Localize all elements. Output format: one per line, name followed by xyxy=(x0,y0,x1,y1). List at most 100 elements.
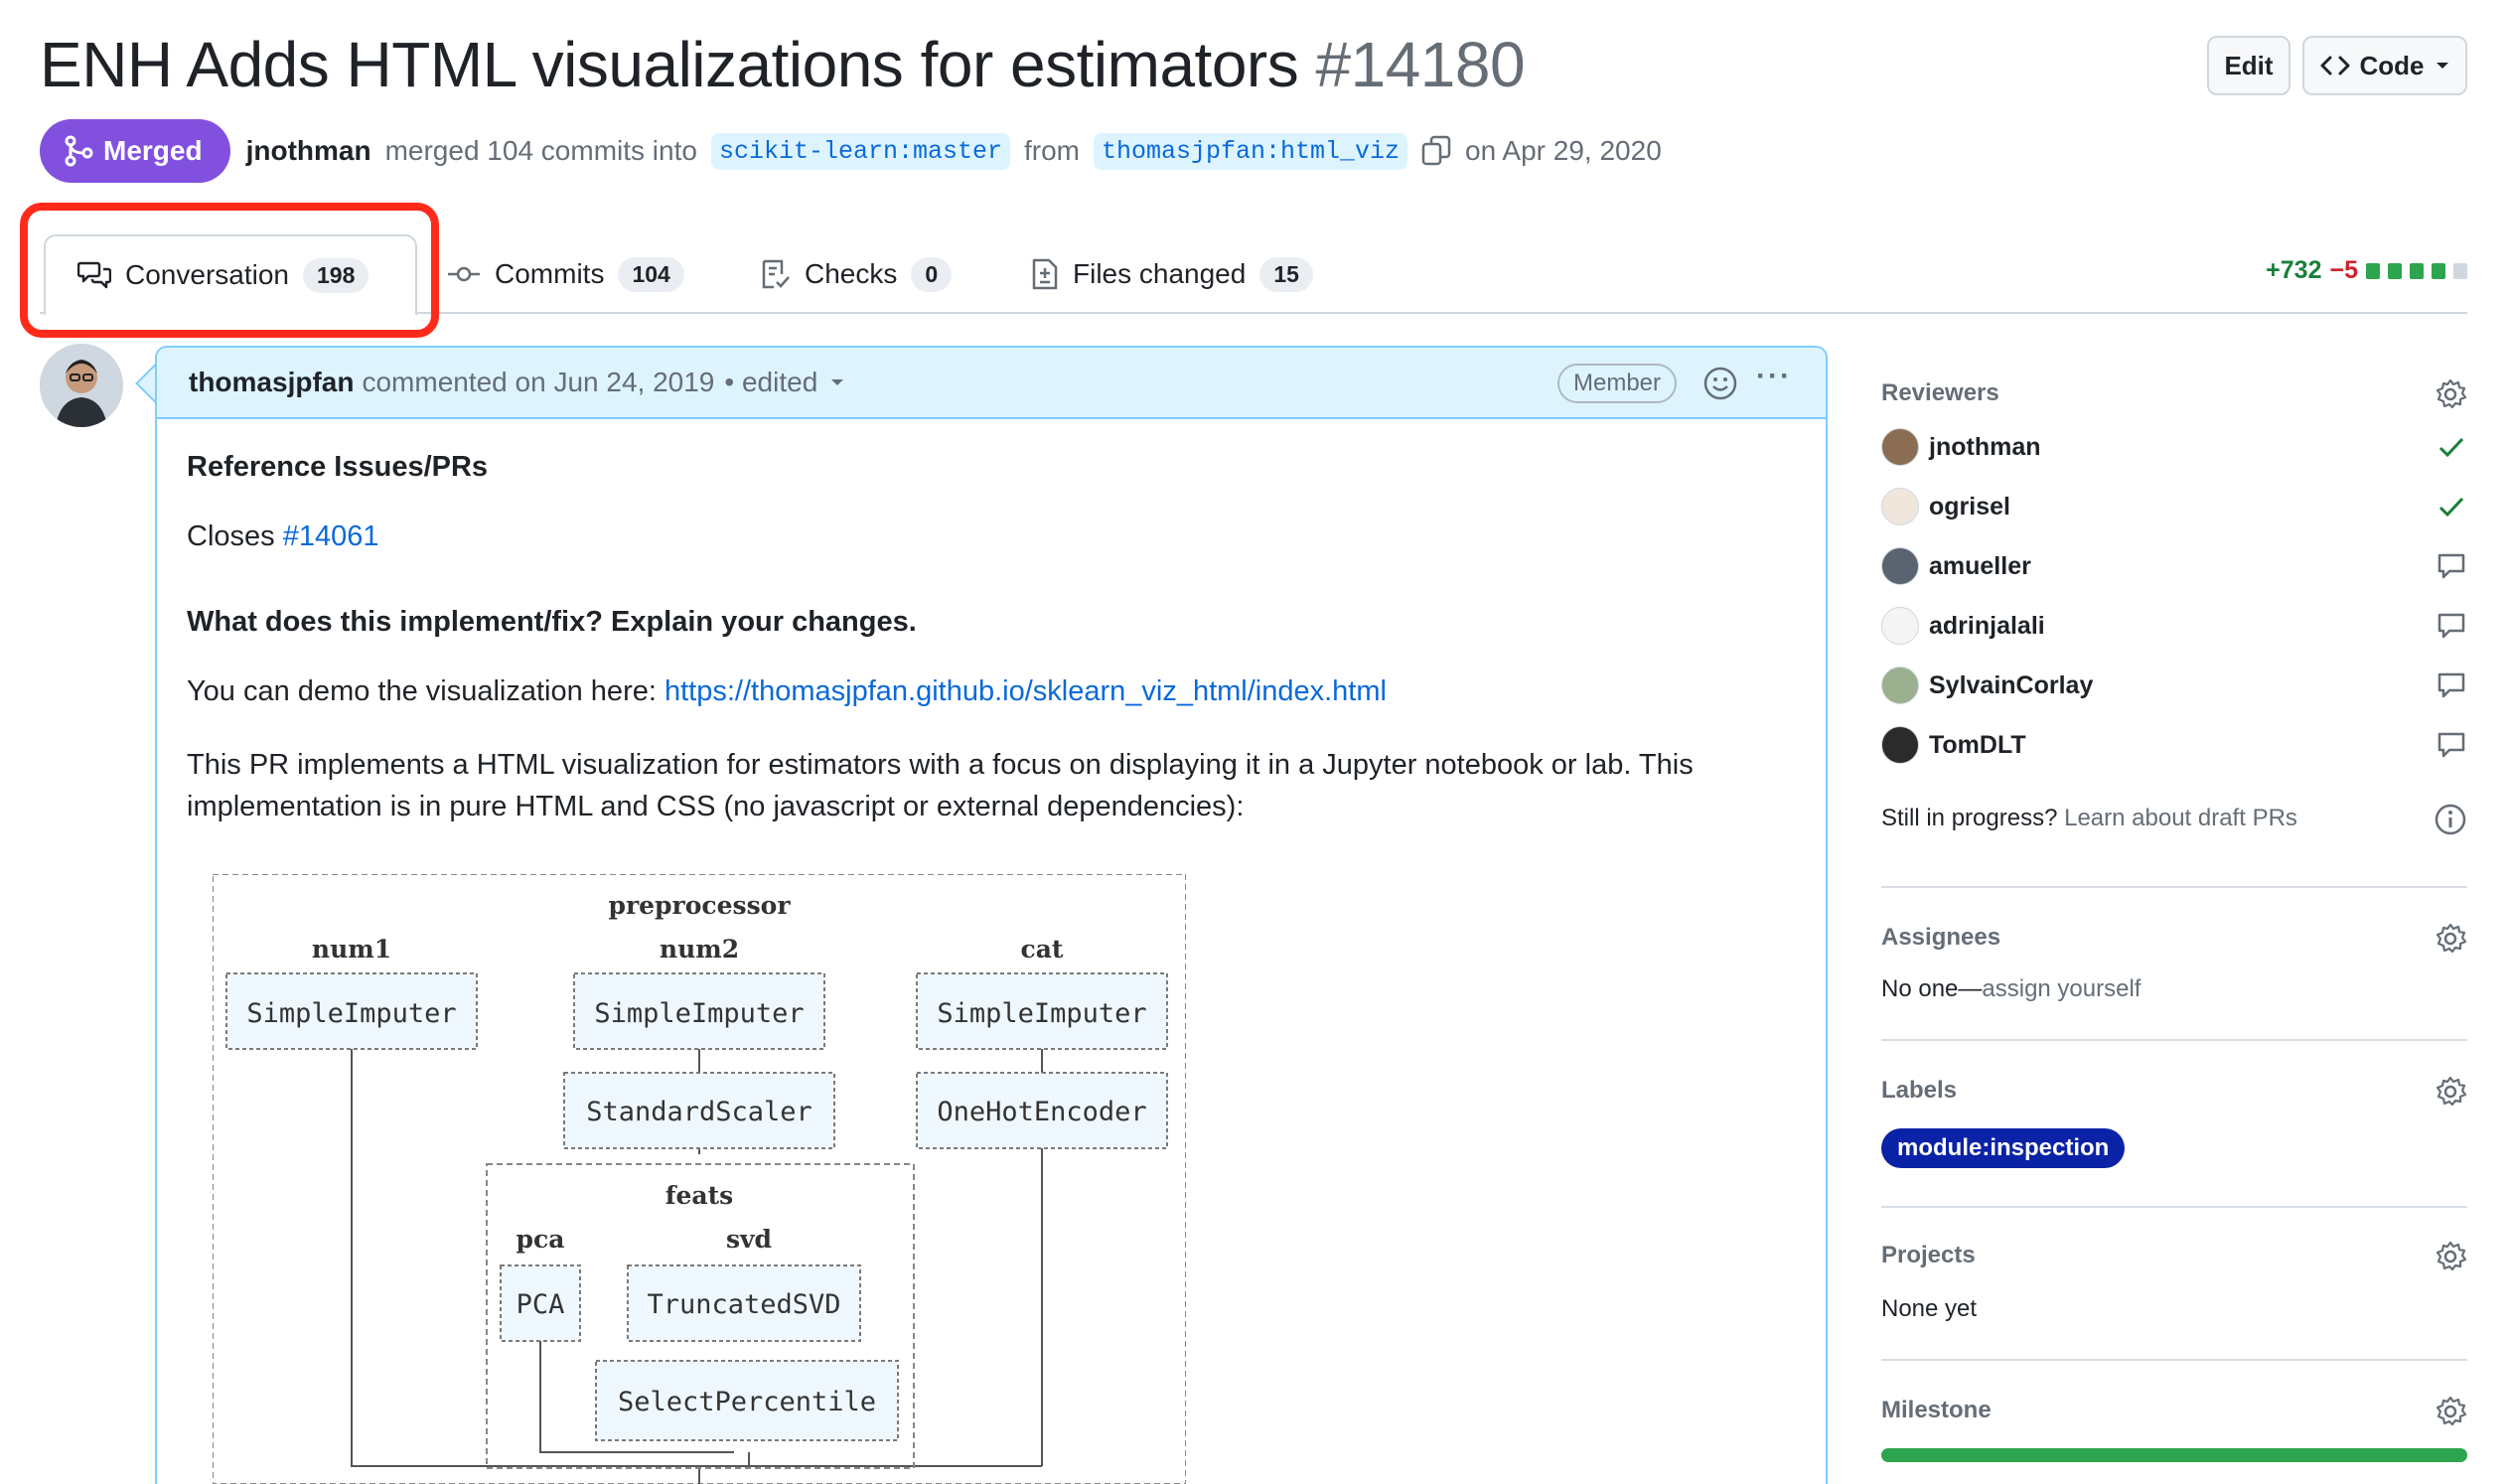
comment-icon xyxy=(2437,613,2465,639)
gear-icon[interactable] xyxy=(2434,1075,2467,1109)
caret-down-icon[interactable] xyxy=(829,376,845,388)
reviewer-name[interactable]: amueller xyxy=(1929,552,2031,581)
divider xyxy=(1881,1039,2467,1041)
box-truncated-svd: TruncatedSVD xyxy=(647,1289,840,1320)
demo-link[interactable]: https://thomasjpfan.github.io/sklearn_vi… xyxy=(665,675,1387,707)
box-imputer-num1: SimpleImputer xyxy=(246,998,456,1029)
diffstat[interactable]: +732 −5 xyxy=(2266,256,2467,285)
reviewer-name[interactable]: jnothman xyxy=(1929,433,2041,462)
reviewer-name[interactable]: SylvainCorlay xyxy=(1929,671,2093,700)
checklist-icon xyxy=(762,259,790,289)
gear-icon[interactable] xyxy=(2434,1240,2467,1273)
comment-author[interactable]: thomasjpfan xyxy=(189,367,354,398)
smiley-icon[interactable] xyxy=(1702,366,1738,401)
diffstat-block xyxy=(2453,262,2467,279)
label-svd: svd xyxy=(726,1225,772,1254)
gear-icon[interactable] xyxy=(2434,1395,2467,1428)
from-text: from xyxy=(1023,135,1080,166)
label-num1: num1 xyxy=(312,935,391,964)
demo-line: You can demo the visualization here: htt… xyxy=(187,675,1387,708)
box-onehot-encoder: OneHotEncoder xyxy=(937,1097,1146,1127)
assignees-title[interactable]: Assignees xyxy=(1881,924,2000,952)
projects-title[interactable]: Projects xyxy=(1881,1242,1976,1269)
pr-meta: Merged jnothman merged 104 commits into … xyxy=(40,119,1662,183)
reviewers-title[interactable]: Reviewers xyxy=(1881,379,1999,407)
reviewer-name[interactable]: ogrisel xyxy=(1929,493,2010,521)
draft-hint: Still in progress? Learn about draft PRs xyxy=(1881,805,2297,832)
reviewer-row[interactable]: ogrisel xyxy=(1881,487,2467,526)
divider xyxy=(1881,1359,2467,1361)
base-branch[interactable]: scikit-learn:master xyxy=(710,132,1010,170)
code-button[interactable]: Code xyxy=(2302,36,2467,95)
reviewer-row[interactable]: TomDLT xyxy=(1881,725,2467,765)
info-icon[interactable] xyxy=(2434,803,2467,836)
copy-icon[interactable] xyxy=(1421,135,1451,167)
divider xyxy=(1881,1206,2467,1208)
gear-icon[interactable] xyxy=(2434,922,2467,956)
milestone-title[interactable]: Milestone xyxy=(1881,1397,1992,1424)
pr-number: #14180 xyxy=(1315,29,1526,100)
demo-text: You can demo the visualization here: xyxy=(187,675,657,707)
tab-checks-label: Checks xyxy=(805,258,898,289)
tab-checks[interactable]: Checks 0 xyxy=(761,234,953,314)
diffstat-deletions: −5 xyxy=(2329,256,2358,284)
pr-title: ENH Adds HTML visualizations for estimat… xyxy=(40,28,1526,101)
edited-dropdown[interactable]: • edited xyxy=(724,367,817,398)
divider xyxy=(1881,886,2467,888)
reviewer-name[interactable]: TomDLT xyxy=(1929,731,2026,760)
role-badge: Member xyxy=(1557,364,1678,403)
labels-title[interactable]: Labels xyxy=(1881,1077,1957,1105)
box-standard-scaler: StandardScaler xyxy=(586,1097,812,1127)
check-icon xyxy=(2438,437,2464,458)
assignees-none: No one— xyxy=(1881,975,1983,1002)
description-line-1: This PR implements a HTML visualization … xyxy=(187,749,1694,781)
reviewer-name[interactable]: adrinjalali xyxy=(1929,612,2045,641)
merged-text: merged 104 commits into xyxy=(384,135,697,166)
avatar[interactable] xyxy=(40,344,123,427)
diffstat-block xyxy=(2432,262,2445,279)
label-pca: pca xyxy=(517,1225,565,1254)
merger-link[interactable]: jnothman xyxy=(246,135,371,167)
diffstat-block xyxy=(2388,262,2402,279)
label-chip[interactable]: module:inspection xyxy=(1881,1128,2126,1168)
tab-files-count: 15 xyxy=(1259,256,1313,292)
issue-link[interactable]: #14061 xyxy=(283,520,379,552)
label-num2: num2 xyxy=(660,935,739,964)
avatar xyxy=(1881,488,1919,525)
tab-commits[interactable]: Commits 104 xyxy=(447,234,684,314)
assign-yourself-link[interactable]: assign yourself xyxy=(1982,975,2141,1002)
closes-line: Closes #14061 xyxy=(187,520,379,553)
edit-button[interactable]: Edit xyxy=(2207,36,2290,95)
tab-files-label: Files changed xyxy=(1073,258,1247,289)
reviewer-row[interactable]: SylvainCorlay xyxy=(1881,666,2467,705)
reviewer-row[interactable]: adrinjalali xyxy=(1881,606,2467,646)
pipeline-diagram: preprocessor num1 num2 cat SimpleImputer… xyxy=(213,874,1186,1484)
avatar xyxy=(1881,726,1919,764)
file-diff-icon xyxy=(1032,258,1058,290)
box-select-percentile: SelectPercentile xyxy=(618,1387,876,1417)
tab-checks-count: 0 xyxy=(911,256,953,292)
merge-icon xyxy=(65,135,93,167)
edit-button-label: Edit xyxy=(2224,50,2274,80)
head-branch[interactable]: thomasjpfan:html_viz xyxy=(1093,132,1408,170)
status-badge-label: Merged xyxy=(103,135,203,166)
avatar xyxy=(1881,547,1919,585)
diffstat-block xyxy=(2410,262,2424,279)
heading-reference: Reference Issues/PRs xyxy=(187,451,489,483)
closes-text: Closes xyxy=(187,520,275,552)
reviewer-row[interactable]: jnothman xyxy=(1881,427,2467,467)
box-pca: PCA xyxy=(517,1289,565,1320)
avatar xyxy=(1881,667,1919,704)
draft-link[interactable]: Learn about draft PRs xyxy=(2064,805,2297,831)
check-icon xyxy=(2438,497,2464,518)
description-line-2: implementation is in pure HTML and CSS (… xyxy=(187,791,1245,822)
reviewer-row[interactable]: amueller xyxy=(1881,546,2467,586)
comment-icon xyxy=(2437,553,2465,579)
tab-files-changed[interactable]: Files changed 15 xyxy=(1031,234,1313,314)
comment-action[interactable]: commented on Jun 24, 2019 xyxy=(362,367,714,398)
kebab-menu-icon[interactable]: ··· xyxy=(1756,360,1792,393)
diffstat-block xyxy=(2366,262,2380,279)
comment-icon xyxy=(2437,672,2465,698)
assignees-value: No one—assign yourself xyxy=(1881,975,2141,1003)
gear-icon[interactable] xyxy=(2434,377,2467,411)
